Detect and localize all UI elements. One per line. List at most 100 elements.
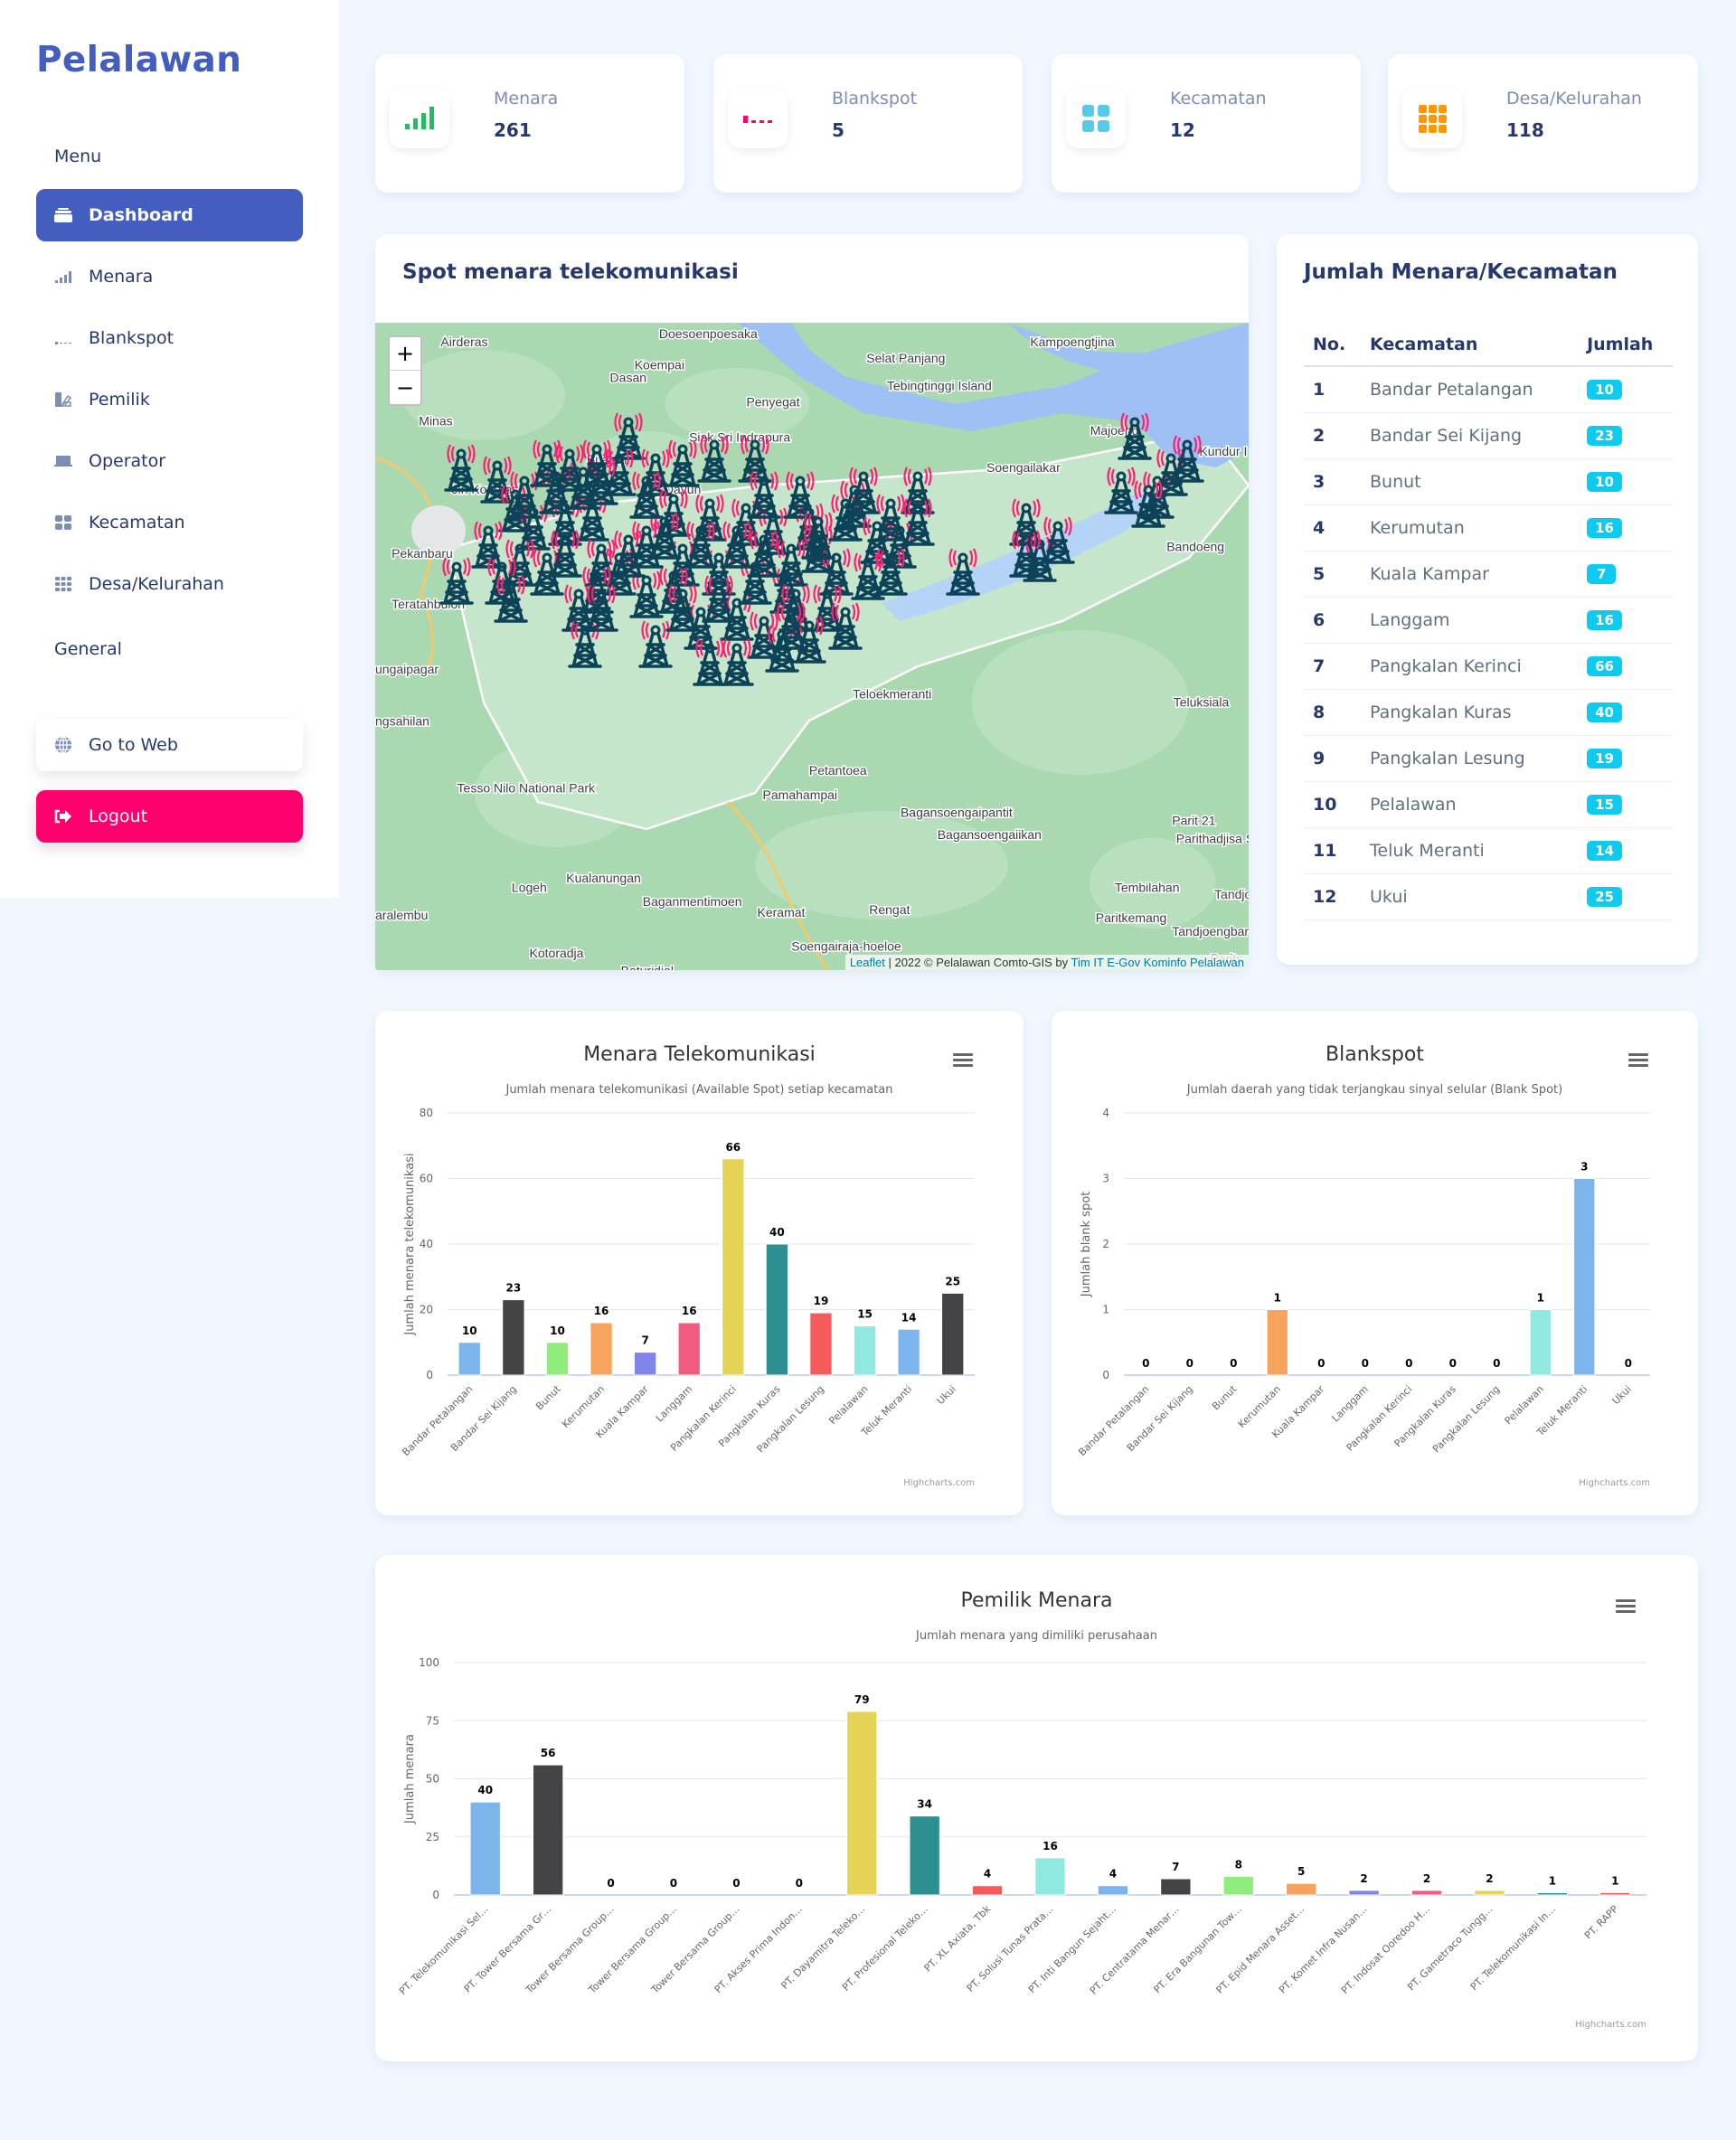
- grid-icon: [1066, 89, 1126, 148]
- bar[interactable]: [846, 1711, 878, 1896]
- bar[interactable]: [1286, 1882, 1317, 1896]
- bar[interactable]: [1348, 1890, 1380, 1896]
- bar[interactable]: [633, 1352, 657, 1376]
- bar[interactable]: [722, 1158, 745, 1376]
- count-badge: 16: [1587, 518, 1622, 538]
- zoom-out-button[interactable]: −: [390, 371, 420, 404]
- brand-logo[interactable]: Pelalawan: [36, 40, 241, 80]
- bar[interactable]: [1266, 1309, 1288, 1376]
- sidebar-item-menara[interactable]: Menara: [36, 250, 303, 303]
- bar[interactable]: [532, 1764, 564, 1896]
- stat-value: 5: [832, 119, 844, 141]
- row-kecamatan: Teluk Meranti: [1361, 827, 1579, 874]
- stat-value: 261: [494, 119, 532, 141]
- bar[interactable]: [590, 1322, 613, 1376]
- data-label: 3: [1580, 1161, 1588, 1174]
- sidebar-item-desa-kelurahan[interactable]: Desa/Kelurahan: [36, 558, 303, 610]
- bar[interactable]: [765, 1243, 789, 1376]
- row-no: 10: [1304, 781, 1361, 828]
- globe-icon: [52, 736, 74, 754]
- map-place-label: Soengairaja-hoeloe: [791, 939, 901, 954]
- sidebar-item-label: Pemilik: [89, 390, 150, 410]
- row-kecamatan: Kuala Kampar: [1361, 551, 1579, 598]
- bar[interactable]: [1599, 1891, 1631, 1896]
- bar[interactable]: [1097, 1885, 1129, 1896]
- bar[interactable]: [458, 1342, 481, 1376]
- stat-value: 12: [1170, 119, 1195, 141]
- bar[interactable]: [853, 1325, 877, 1376]
- sidebar-item-pemilik[interactable]: Pemilik: [36, 373, 303, 426]
- bar[interactable]: [909, 1815, 940, 1896]
- data-label: 40: [769, 1226, 785, 1239]
- count-badge: 15: [1587, 795, 1622, 815]
- x-tick-label: Langgam: [654, 1383, 694, 1424]
- y-tick-label: 25: [426, 1831, 439, 1843]
- bar[interactable]: [1034, 1857, 1066, 1896]
- leaflet-link[interactable]: Leaflet: [850, 956, 885, 969]
- sidebar-item-dashboard[interactable]: Dashboard: [36, 189, 303, 241]
- data-label: 2: [1486, 1872, 1493, 1885]
- stat-label: Blankspot: [832, 89, 918, 108]
- go-to-web-button[interactable]: Go to Web: [36, 719, 303, 771]
- bar[interactable]: [677, 1322, 701, 1376]
- sidebar-item-kecamatan[interactable]: Kecamatan: [36, 496, 303, 549]
- sidebar-item-label: Kecamatan: [89, 513, 185, 533]
- row-jumlah: 25: [1578, 873, 1673, 920]
- table-row: 11 Teluk Meranti 14: [1304, 827, 1673, 874]
- attribution-author-link[interactable]: Tim IT E-Gov Kominfo Pelalawan: [1071, 956, 1244, 969]
- x-tick-label: Pelalawan: [1503, 1383, 1546, 1427]
- highcharts-credits[interactable]: Highcharts.com: [903, 1478, 975, 1488]
- map-place-label: Tandjoen: [1214, 887, 1249, 901]
- map-place-label: Tandjoengbaroe: [1172, 924, 1249, 938]
- data-label: 0: [670, 1877, 677, 1890]
- bar[interactable]: [1573, 1178, 1596, 1376]
- data-label: 5: [1297, 1865, 1305, 1878]
- y-axis-title: Jumlah menara: [403, 1734, 417, 1824]
- bar[interactable]: [1222, 1875, 1254, 1896]
- tower-map[interactable]: Airderas Doesoenpoesaka Koempai Dasan Selat …: [375, 323, 1249, 970]
- bar[interactable]: [469, 1801, 501, 1896]
- count-badge: 23: [1587, 426, 1622, 446]
- bar[interactable]: [971, 1885, 1004, 1896]
- x-tick-label: PT. XL Axiata, Tbk: [922, 1902, 994, 1974]
- bar[interactable]: [1529, 1309, 1552, 1376]
- map-place-label: Parit 21: [1172, 814, 1215, 828]
- table-row: 7 Pangkalan Kerinci 66: [1304, 643, 1673, 690]
- zoom-in-button[interactable]: +: [390, 337, 420, 371]
- highcharts-credits[interactable]: Highcharts.com: [1575, 2020, 1646, 2030]
- table-row: 10 Pelalawan 15: [1304, 781, 1673, 828]
- row-jumlah: 10: [1578, 366, 1673, 413]
- y-tick-label: 0: [432, 1889, 439, 1901]
- pemilik-icon: [52, 391, 74, 409]
- bar[interactable]: [502, 1299, 525, 1376]
- data-label: 0: [607, 1877, 614, 1890]
- sidebar-item-label: Menara: [89, 267, 154, 287]
- data-label: 4: [984, 1868, 991, 1881]
- y-tick-label: 75: [426, 1714, 439, 1727]
- map-card-title: Spot menara telekomunikasi: [402, 260, 739, 284]
- table-row: 5 Kuala Kampar 7: [1304, 551, 1673, 598]
- bar[interactable]: [1160, 1878, 1192, 1896]
- y-tick-label: 3: [1102, 1173, 1109, 1185]
- sidebar-item-label: Dashboard: [89, 205, 193, 225]
- data-label: 79: [854, 1693, 870, 1706]
- bar[interactable]: [809, 1312, 833, 1376]
- map-place-label: Bagansoengaipantit: [901, 806, 1013, 820]
- logout-label: Logout: [89, 806, 148, 826]
- row-jumlah: 16: [1578, 597, 1673, 644]
- bar[interactable]: [1474, 1890, 1505, 1896]
- sidebar-item-blankspot[interactable]: Blankspot: [36, 312, 303, 364]
- logout-button[interactable]: Logout: [36, 790, 303, 843]
- menara-chart: 0 20 40 60 80 Jumlah menara telekomunikasi 10 B…: [400, 1107, 975, 1488]
- bar[interactable]: [1410, 1890, 1443, 1896]
- bar[interactable]: [545, 1342, 570, 1376]
- grid-icon: [52, 514, 74, 532]
- sidebar-item-operator[interactable]: Operator: [36, 435, 303, 487]
- table-row: 9 Pangkalan Lesung 19: [1304, 735, 1673, 782]
- bar[interactable]: [941, 1292, 965, 1376]
- data-label: 15: [857, 1308, 873, 1321]
- map-place-label: Bagansoengaiikan: [938, 827, 1042, 842]
- bar[interactable]: [897, 1328, 920, 1376]
- highcharts-credits[interactable]: Highcharts.com: [1579, 1478, 1650, 1488]
- bar[interactable]: [1536, 1891, 1569, 1896]
